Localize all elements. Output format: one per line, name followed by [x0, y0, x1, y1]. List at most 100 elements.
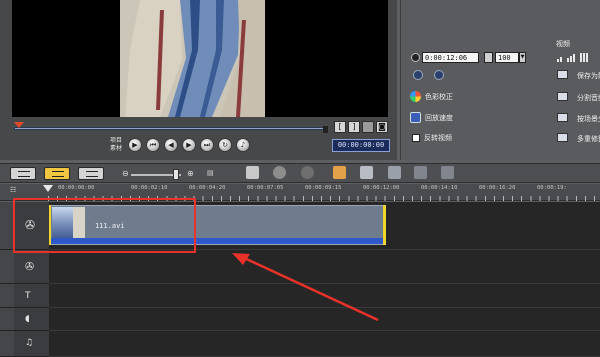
- clip-volume-icon: [484, 52, 493, 63]
- overlay-track-lock[interactable]: [0, 250, 14, 284]
- ruler-label: 00:00:09:15: [305, 185, 342, 191]
- prev-frame-icon: ◀: [168, 140, 174, 149]
- end-icon: ⏭: [203, 140, 211, 149]
- scene-split-icon[interactable]: [557, 113, 568, 122]
- next-frame-button[interactable]: ▶: [182, 138, 196, 152]
- color-correction-label: 色彩校正: [425, 92, 453, 101]
- music-track-header[interactable]: ♫: [14, 331, 49, 357]
- title-track-lock[interactable]: [0, 284, 14, 308]
- mode-project-label[interactable]: 项目: [108, 137, 124, 145]
- play-button[interactable]: ▶: [128, 138, 142, 152]
- zoom-out-icon[interactable]: ⊖: [122, 169, 129, 178]
- mark-out-button[interactable]: ]: [348, 121, 360, 133]
- preview-scrubber[interactable]: [14, 122, 328, 133]
- clock-icon: [411, 53, 420, 62]
- ruler-label: 00:00:04:20: [189, 185, 226, 191]
- track-toggle-icon[interactable]: ☷: [10, 186, 16, 194]
- play-mode-selector[interactable]: 项目 素材: [108, 137, 124, 153]
- multi-trim-icon[interactable]: [557, 133, 568, 142]
- fit-project-icon[interactable]: ▤: [207, 169, 214, 177]
- ruler-label: 00:00:07:05: [247, 185, 284, 191]
- equalizer-icons: [557, 53, 597, 62]
- title-track-header[interactable]: T: [14, 284, 49, 308]
- save-still-icon[interactable]: [557, 70, 568, 79]
- end-button[interactable]: ⏭: [200, 138, 214, 152]
- duration-field[interactable]: 0:00:12:06: [422, 52, 479, 63]
- fullscreen-button[interactable]: ◙: [376, 121, 388, 133]
- annotation-arrow: [232, 253, 379, 322]
- clip-volume-field[interactable]: 100: [495, 52, 519, 63]
- insert-media-icon[interactable]: [246, 166, 259, 179]
- rotate-left-icon[interactable]: [413, 70, 423, 80]
- reverse-video-label: 反转视频: [424, 134, 452, 142]
- rotate-right-icon[interactable]: [434, 70, 444, 80]
- timecode-field[interactable]: 00:00:00:00: [332, 139, 390, 152]
- annotation-highlight-box: [13, 198, 196, 253]
- video-tab[interactable]: 视频: [556, 39, 570, 49]
- playback-speed-button[interactable]: 回放速度: [410, 112, 453, 123]
- ruler-label: 00:00:00:00: [58, 185, 95, 191]
- audio-view-icon: [86, 171, 98, 177]
- multi-trim-label[interactable]: 多重修整: [577, 134, 600, 144]
- speed-icon: [410, 112, 421, 123]
- volume-button[interactable]: ♪: [236, 138, 250, 152]
- mark-in-button[interactable]: [: [334, 121, 346, 133]
- video-track-lock[interactable]: [0, 202, 14, 250]
- split-audio-icon[interactable]: [557, 92, 568, 101]
- split-audio-label[interactable]: 分割音频: [577, 93, 600, 103]
- mode-clip-label[interactable]: 素材: [108, 145, 124, 153]
- ruler-label: 00:00:14:10: [421, 185, 458, 191]
- storyboard-view-icon: [18, 171, 30, 177]
- split-clip-button[interactable]: [362, 121, 374, 133]
- repeat-button[interactable]: ↻: [218, 138, 232, 152]
- chevron-down-icon[interactable]: ▼: [519, 52, 526, 63]
- track-manager-icon[interactable]: [360, 166, 373, 179]
- checkbox[interactable]: [412, 134, 420, 142]
- volume-icon: ♪: [240, 140, 246, 149]
- overlay-track-header[interactable]: ✇: [14, 250, 49, 284]
- mix-icon[interactable]: [301, 166, 314, 179]
- zoom-in-icon[interactable]: ⊕: [187, 169, 194, 178]
- scrubber-start-marker[interactable]: [14, 122, 24, 128]
- timeline-toolbar: [0, 163, 600, 183]
- overlay-icon: ✇: [25, 260, 35, 273]
- voice-track-header[interactable]: ◖: [14, 308, 49, 331]
- timeline-view-button[interactable]: [44, 167, 70, 180]
- save-still-label[interactable]: 保存为静: [577, 71, 600, 81]
- music-icon: ♫: [25, 338, 34, 348]
- undo-icon[interactable]: [414, 166, 427, 179]
- redo-icon[interactable]: [441, 166, 454, 179]
- ruler-label: 00:00:02:10: [131, 185, 168, 191]
- repeat-icon: ↻: [222, 140, 228, 149]
- music-track[interactable]: [49, 331, 600, 357]
- home-icon: ⏮: [149, 140, 157, 149]
- ruler-label: 00:00:16:20: [479, 185, 516, 191]
- home-button[interactable]: ⏮: [146, 138, 160, 152]
- fullscreen-icon: ◙: [378, 122, 386, 131]
- ruler-label: 00:00:12:00: [363, 185, 400, 191]
- clip-trim-end-handle[interactable]: [383, 205, 386, 245]
- prev-frame-button[interactable]: ◀: [164, 138, 178, 152]
- play-icon: ▶: [132, 140, 138, 149]
- chapter-icon[interactable]: [388, 166, 401, 179]
- scrubber-rail: [14, 127, 328, 130]
- scene-split-label[interactable]: 按场景分: [577, 114, 600, 124]
- mark-in-icon: [: [338, 122, 342, 131]
- record-icon[interactable]: [273, 166, 286, 179]
- scrubber-end-marker[interactable]: [323, 126, 328, 133]
- music-track-lock[interactable]: [0, 331, 14, 357]
- title-icon: T: [25, 291, 31, 301]
- mark-out-icon: ]: [352, 122, 356, 131]
- storyboard-view-button[interactable]: [10, 167, 36, 180]
- zoom-slider-thumb[interactable]: [173, 169, 179, 180]
- audio-view-button[interactable]: [78, 167, 104, 180]
- timeline-view-icon: [52, 171, 64, 177]
- auto-music-icon[interactable]: [333, 166, 346, 179]
- microphone-icon: ◖: [25, 314, 30, 324]
- color-correction-button[interactable]: 色彩校正: [410, 91, 453, 102]
- reverse-video-checkbox[interactable]: 反转视频: [412, 133, 452, 143]
- color-wheel-icon: [410, 91, 421, 102]
- voice-track-lock[interactable]: [0, 308, 14, 331]
- next-frame-icon: ▶: [186, 140, 192, 149]
- playhead[interactable]: [43, 185, 53, 192]
